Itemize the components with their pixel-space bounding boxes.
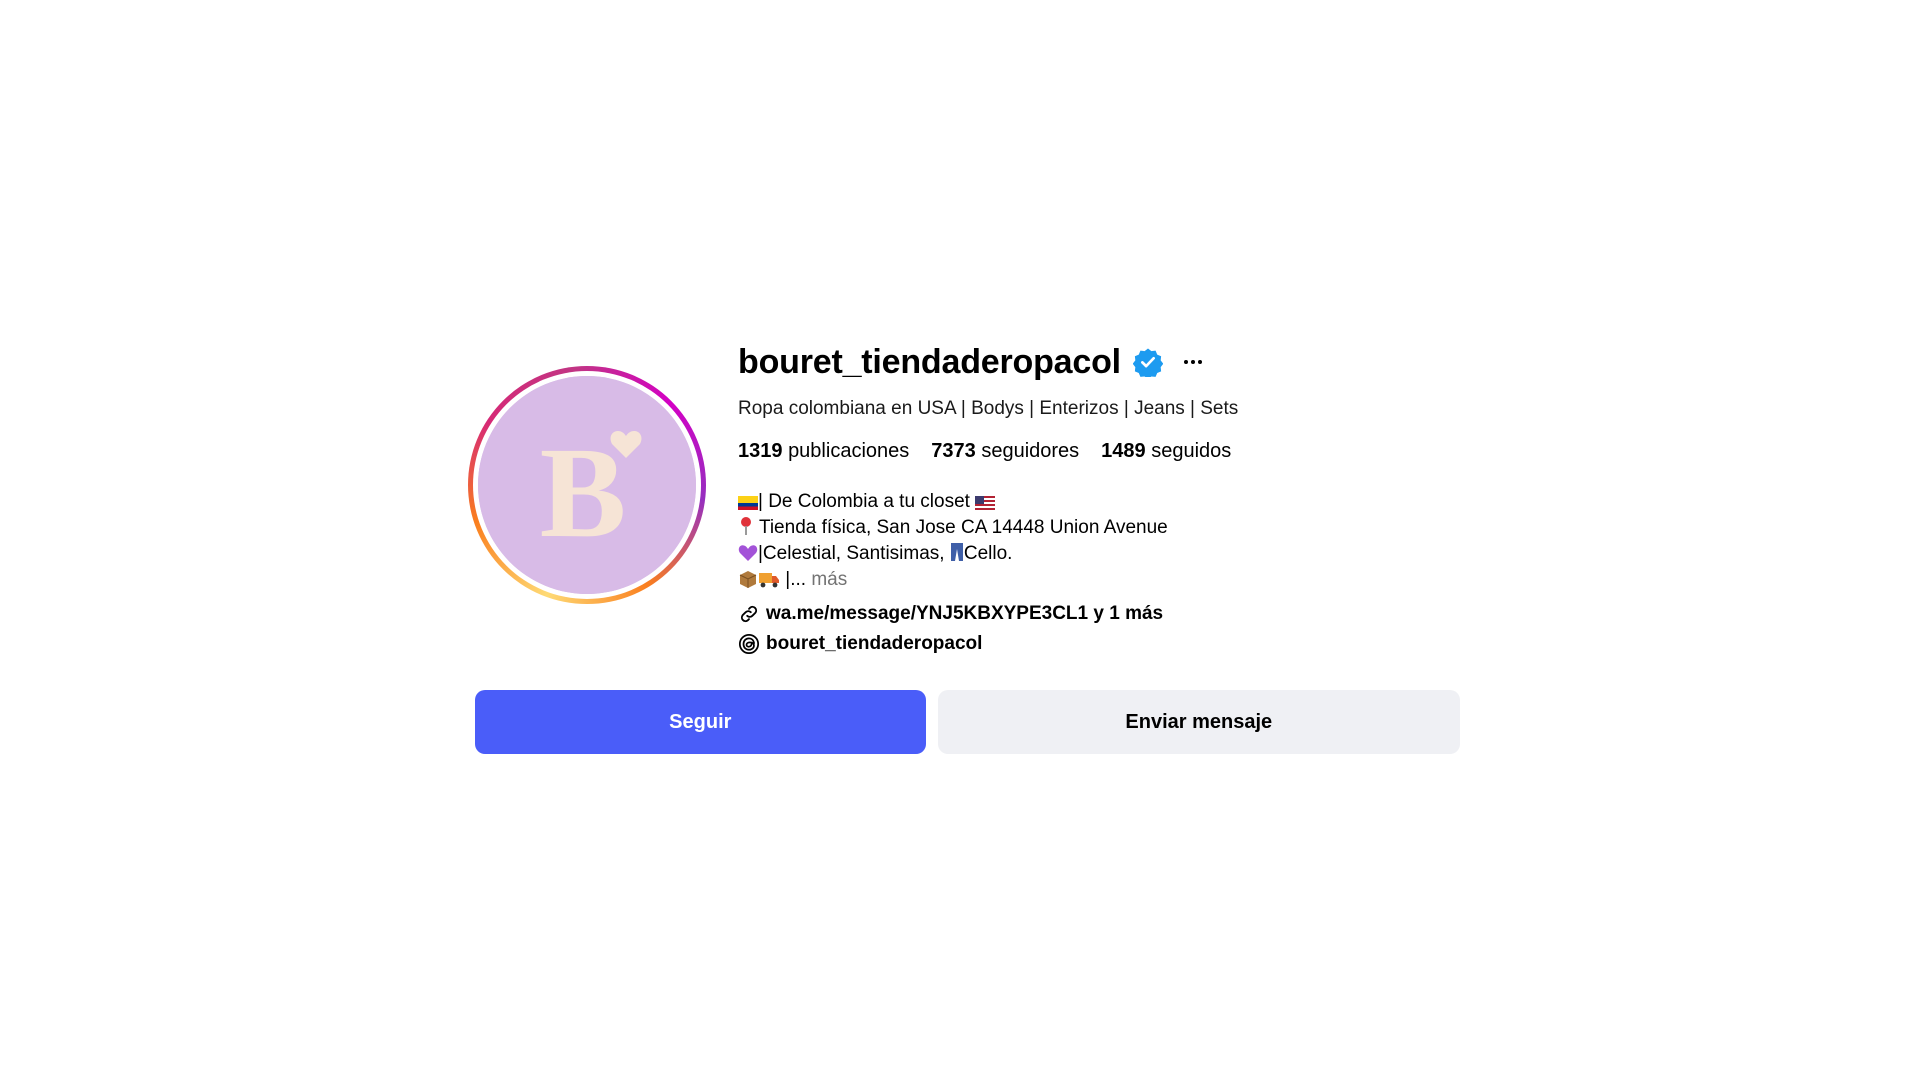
send-message-button[interactable]: Enviar mensaje: [937, 690, 1460, 754]
purple-heart-icon: [738, 545, 758, 561]
stat-label: publicaciones: [788, 440, 910, 462]
follow-button[interactable]: Seguir: [475, 690, 926, 754]
bio-line: | De Colombia a tu closet: [738, 489, 1458, 515]
bio-text: |...: [785, 569, 807, 590]
usa-flag-icon: [975, 496, 996, 510]
more-options-icon[interactable]: [1181, 350, 1205, 374]
stat-count: 7373: [931, 440, 976, 462]
bio-text: |Celestial, Santisimas,: [758, 543, 945, 564]
threads-link-text: bouret_tiendaderopacol: [766, 633, 983, 654]
website-link-text: wa.me/message/YNJ5KBXYPE3CL1 y 1 más: [766, 603, 1164, 624]
threads-icon: [738, 633, 760, 655]
bio-text: Tienda física, San Jose CA 14448 Union A…: [758, 517, 1168, 538]
bio-line: Tienda física, San Jose CA 14448 Union A…: [738, 515, 1458, 541]
bio-text: | De Colombia a tu closet: [758, 491, 970, 512]
profile-bio: | De Colombia a tu closet Tienda física,…: [738, 489, 1458, 593]
avatar-logo-icon: B: [478, 376, 696, 594]
profile-actions: Seguir Enviar mensaje: [475, 690, 1460, 754]
name-row: bouret_tiendaderopacol: [738, 340, 1458, 384]
stat-label: seguidores: [981, 440, 1080, 462]
stat-label: seguidos: [1151, 440, 1232, 462]
username: bouret_tiendaderopacol: [738, 342, 1121, 381]
bio-more-link[interactable]: más: [811, 569, 847, 590]
pin-icon: [741, 517, 751, 535]
story-ring[interactable]: B: [468, 366, 706, 604]
profile-tagline: Ropa colombiana en USA | Bodys | Enteriz…: [738, 398, 1239, 419]
jeans-icon: [950, 543, 963, 561]
bio-line: |... más: [738, 567, 1458, 593]
link-icon: [740, 605, 758, 623]
stat-followers[interactable]: 7373 seguidores: [931, 440, 1079, 463]
stat-posts[interactable]: 1319 publicaciones: [738, 440, 909, 463]
bio-line: |Celestial, Santisimas, Cello.: [738, 541, 1458, 567]
stat-count: 1489: [1101, 440, 1146, 462]
profile-info: bouret_tiendaderopacol Ropa colombiana e…: [738, 340, 1458, 659]
delivery-truck-icon: [759, 573, 779, 588]
avatar[interactable]: B: [478, 376, 696, 594]
stat-count: 1319: [738, 440, 783, 462]
stat-following[interactable]: 1489 seguidos: [1101, 440, 1231, 463]
verified-badge-icon: [1132, 348, 1163, 377]
threads-link[interactable]: bouret_tiendaderopacol: [738, 629, 1458, 659]
website-link[interactable]: wa.me/message/YNJ5KBXYPE3CL1 y 1 más: [738, 599, 1458, 629]
profile-stats: 1319 publicaciones 7373 seguidores 1489 …: [738, 440, 1458, 463]
bio-text: Cello.: [963, 543, 1013, 564]
colombia-flag-icon: [738, 496, 758, 510]
profile-header: B bouret_tiendaderopacol Ropa colombiana…: [460, 340, 1460, 655]
package-icon: [739, 571, 757, 588]
